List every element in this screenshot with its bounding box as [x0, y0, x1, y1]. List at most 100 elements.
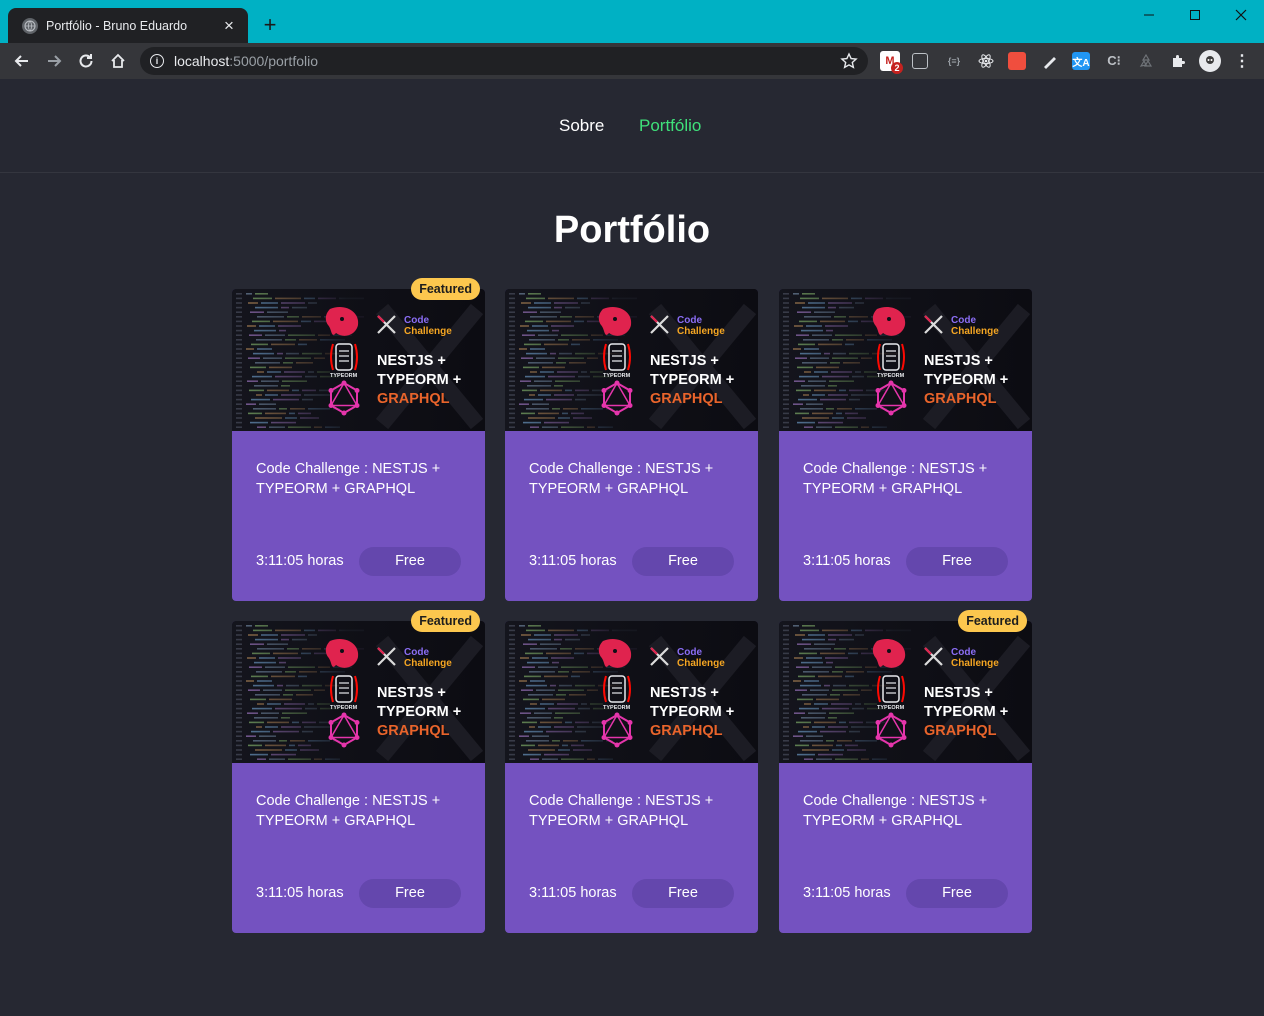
address-bar[interactable]: i localhost:5000/portfolio	[140, 47, 868, 75]
card-duration: 3:11:05 horas	[529, 553, 617, 569]
nav-link-sobre[interactable]: Sobre	[559, 116, 604, 136]
svg-text:Challenge: Challenge	[951, 658, 999, 669]
card-duration: 3:11:05 horas	[803, 885, 891, 901]
svg-text:Code: Code	[951, 647, 976, 658]
translate-extension-icon[interactable]: 文A	[1072, 52, 1090, 70]
pen-extension-icon[interactable]	[1040, 51, 1060, 71]
browser-tab[interactable]: Portfólio - Bruno Eduardo ×	[8, 8, 248, 43]
card-title: Code Challenge : NESTJS + TYPEORM + GRAP…	[803, 461, 988, 497]
portfolio-card-2[interactable]: TYPEORM Code Challenge NESTJS + TYPEORM …	[505, 289, 758, 601]
svg-text:Challenge: Challenge	[951, 326, 999, 337]
svg-text:GRAPHQL: GRAPHQL	[650, 391, 723, 407]
card-thumbnail: TYPEORM Code Challenge NESTJS + TYPEORM …	[232, 621, 485, 763]
svg-text:TYPEORM +: TYPEORM +	[650, 372, 734, 388]
page-title: Portfólio	[553, 209, 711, 251]
featured-badge: Featured	[411, 278, 480, 300]
svg-text:Challenge: Challenge	[677, 326, 725, 337]
svg-text:TYPEORM +: TYPEORM +	[377, 704, 461, 720]
gmail-extension-icon[interactable]: M 2	[880, 51, 903, 74]
card-title: Code Challenge : NESTJS + TYPEORM + GRAP…	[256, 461, 441, 497]
bookmark-star-icon[interactable]	[840, 52, 858, 70]
svg-text:Code: Code	[677, 315, 702, 326]
svg-text:TYPEORM: TYPEORM	[877, 373, 905, 379]
card-thumbnail: TYPEORM Code Challenge NESTJS + TYPEORM …	[779, 289, 1032, 431]
featured-badge: Featured	[411, 610, 480, 632]
svg-text:NESTJS +: NESTJS +	[924, 685, 993, 701]
home-icon	[111, 53, 125, 68]
nav-link-portfolio[interactable]: Portfólio	[639, 116, 701, 136]
colorzilla-extension-icon[interactable]	[1008, 52, 1026, 70]
price-button[interactable]: Free	[359, 879, 461, 908]
price-button[interactable]: Free	[906, 879, 1008, 908]
card-duration: 3:11:05 horas	[256, 553, 344, 569]
svg-text:GRAPHQL: GRAPHQL	[377, 391, 450, 407]
svg-text:Code: Code	[404, 315, 429, 326]
close-icon	[1235, 9, 1247, 21]
back-button[interactable]	[10, 49, 34, 73]
close-tab-icon[interactable]: ×	[220, 16, 238, 35]
card-duration: 3:11:05 horas	[803, 553, 891, 569]
svg-text:NESTJS +: NESTJS +	[377, 685, 446, 701]
svg-text:TYPEORM +: TYPEORM +	[924, 704, 1008, 720]
svg-text:Challenge: Challenge	[404, 326, 452, 337]
arrow-right-icon	[48, 55, 62, 67]
url-text: localhost:5000/portfolio	[174, 53, 318, 69]
svg-text:TYPEORM +: TYPEORM +	[377, 372, 461, 388]
portfolio-card-6[interactable]: TYPEORM Code Challenge NESTJS + TYPEORM …	[779, 610, 1032, 933]
maximize-icon	[1190, 10, 1200, 20]
card-thumbnail: TYPEORM Code Challenge NESTJS + TYPEORM …	[779, 621, 1032, 763]
card-thumbnail: TYPEORM Code Challenge NESTJS + TYPEORM …	[505, 621, 758, 763]
json-extension-icon[interactable]: {≡}	[944, 51, 964, 71]
card-thumbnail: TYPEORM Code Challenge NESTJS + TYPEORM …	[505, 289, 758, 431]
forward-button[interactable]	[42, 49, 66, 73]
profile-avatar-icon[interactable]	[1199, 50, 1221, 72]
svg-text:Code: Code	[677, 647, 702, 658]
svg-text:NESTJS +: NESTJS +	[924, 353, 993, 369]
puzzle-extensions-icon[interactable]	[1168, 51, 1188, 71]
svg-text:Code: Code	[951, 315, 976, 326]
portfolio-card-3[interactable]: TYPEORM Code Challenge NESTJS + TYPEORM …	[779, 289, 1032, 601]
recycle-extension-icon[interactable]	[1136, 51, 1156, 71]
minimize-button[interactable]	[1126, 0, 1172, 30]
card-title: Code Challenge : NESTJS + TYPEORM + GRAP…	[803, 793, 988, 829]
svg-text:TYPEORM: TYPEORM	[330, 373, 358, 379]
css-extension-icon[interactable]: C⁝	[1104, 51, 1124, 71]
featured-badge: Featured	[958, 610, 1027, 632]
portfolio-card-4[interactable]: TYPEORM Code Challenge NESTJS + TYPEORM …	[232, 610, 485, 933]
svg-text:TYPEORM: TYPEORM	[603, 705, 631, 711]
svg-text:GRAPHQL: GRAPHQL	[924, 391, 997, 407]
info-icon[interactable]: i	[150, 54, 164, 68]
browser-toolbar: i localhost:5000/portfolio M 2 {≡} 文A C⁝…	[0, 43, 1264, 79]
price-button[interactable]: Free	[906, 547, 1008, 576]
card-thumbnail: TYPEORM Code Challenge NESTJS + TYPEORM …	[232, 289, 485, 431]
svg-text:Challenge: Challenge	[677, 658, 725, 669]
site-header: Sobre Portfólio	[0, 79, 1264, 173]
card-title: Code Challenge : NESTJS + TYPEORM + GRAP…	[529, 793, 714, 829]
svg-text:NESTJS +: NESTJS +	[650, 353, 719, 369]
reload-button[interactable]	[74, 49, 98, 73]
svg-text:Code: Code	[404, 647, 429, 658]
price-button[interactable]: Free	[632, 879, 734, 908]
card-duration: 3:11:05 horas	[529, 885, 617, 901]
chrome-menu-icon[interactable]: ⋮	[1232, 51, 1252, 71]
new-tab-button[interactable]: +	[258, 14, 282, 38]
home-button[interactable]	[106, 49, 130, 73]
svg-text:TYPEORM: TYPEORM	[603, 373, 631, 379]
svg-text:TYPEORM +: TYPEORM +	[650, 704, 734, 720]
reload-icon	[79, 54, 93, 68]
browser-titlebar: Portfólio - Bruno Eduardo × +	[0, 0, 1264, 43]
minimize-icon	[1144, 14, 1154, 16]
portfolio-card-1[interactable]: TYPEORM Code Challenge NESTJS + TYPEORM …	[232, 278, 485, 601]
maximize-button[interactable]	[1172, 0, 1218, 30]
board-extension-icon[interactable]	[912, 53, 928, 69]
portfolio-card-5[interactable]: TYPEORM Code Challenge NESTJS + TYPEORM …	[505, 621, 758, 933]
close-window-button[interactable]	[1218, 0, 1264, 30]
react-devtools-icon[interactable]	[976, 51, 996, 71]
price-button[interactable]: Free	[359, 547, 461, 576]
svg-text:NESTJS +: NESTJS +	[650, 685, 719, 701]
price-button[interactable]: Free	[632, 547, 734, 576]
svg-text:Challenge: Challenge	[404, 658, 452, 669]
svg-text:GRAPHQL: GRAPHQL	[650, 723, 723, 739]
globe-icon	[22, 17, 38, 34]
card-title: Code Challenge : NESTJS + TYPEORM + GRAP…	[256, 793, 441, 829]
